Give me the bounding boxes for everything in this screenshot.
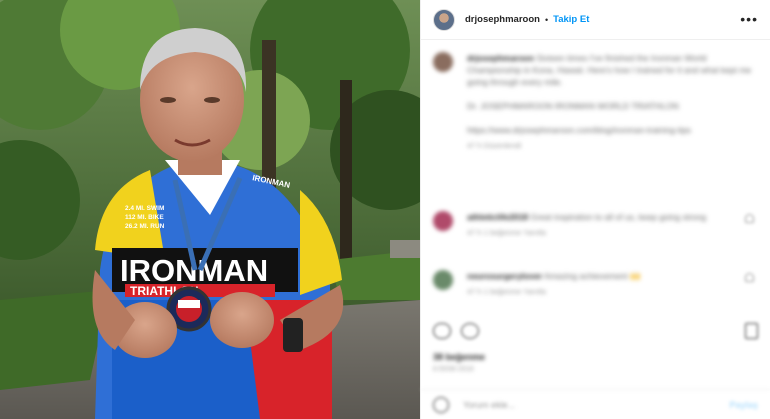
post-sidebar: drjosephmaroon • Takip Et ••• drjosephma…: [420, 0, 770, 419]
instagram-post: IRONMAN TRIATHLON 2.4 MI. SWIM 112 MI. B…: [0, 0, 770, 419]
username-link[interactable]: drjosephmaroon: [465, 14, 540, 25]
caption-paragraph-2: Dr. JOSEPHMAROON IRONMAN WORLD TRIATHLON: [467, 101, 679, 111]
comment-avatar[interactable]: [433, 211, 453, 231]
ironman-finisher-photo: IRONMAN TRIATHLON 2.4 MI. SWIM 112 MI. B…: [0, 0, 420, 419]
separator-dot: •: [544, 14, 549, 25]
heart-icon[interactable]: [745, 273, 754, 282]
caption: drjosephmaroon Sixteen times I've finish…: [433, 52, 758, 150]
caption-link[interactable]: https://www.drjosephmaroon.com/blog/iron…: [467, 124, 758, 136]
comment-meta[interactable]: 47 h 1 beğenme Yanıtla: [467, 228, 758, 237]
post-comment-button[interactable]: Paylaş: [729, 400, 758, 410]
comment-avatar[interactable]: [433, 270, 453, 290]
avatar[interactable]: [433, 8, 455, 31]
likes-count[interactable]: 38 beğenme: [433, 352, 485, 362]
jersey-line-bike: 112 MI. BIKE: [125, 214, 164, 221]
bookmark-icon[interactable]: [745, 323, 758, 339]
comment-meta[interactable]: 47 h 1 beğenme Yanıtla: [467, 287, 758, 296]
caption-avatar[interactable]: [433, 52, 453, 72]
post-photo[interactable]: IRONMAN TRIATHLON 2.4 MI. SWIM 112 MI. B…: [0, 0, 420, 419]
like-heart-icon[interactable]: [433, 323, 451, 339]
caption-username[interactable]: drjosephmaroon: [467, 53, 534, 63]
comment-bubble-icon[interactable]: [461, 323, 479, 339]
action-bar: [433, 320, 758, 342]
comment-text: neurosurgerylover Amazing achievement 🙌: [467, 271, 641, 281]
more-horizontal-icon[interactable]: •••: [740, 12, 758, 26]
caption-text: drjosephmaroon Sixteen times I've finish…: [467, 53, 752, 87]
comment-username[interactable]: neurosurgerylover: [467, 271, 542, 281]
comment-item: athleticlife2018 Great inspiration to al…: [433, 211, 758, 237]
comment-item: neurosurgerylover Amazing achievement 🙌 …: [433, 270, 758, 296]
add-comment-bar: Yorum ekle... Paylaş: [421, 389, 770, 419]
post-date: 8 EKİM 2018: [433, 366, 474, 373]
heart-icon[interactable]: [745, 214, 754, 223]
jersey-line-swim: 2.4 MI. SWIM: [125, 205, 164, 212]
jersey-line-run: 26.2 MI. RUN: [125, 223, 165, 230]
follow-button[interactable]: Takip Et: [553, 14, 589, 25]
comment-text: athleticlife2018 Great inspiration to al…: [467, 212, 707, 222]
comment-input[interactable]: Yorum ekle...: [463, 400, 515, 410]
post-header: drjosephmaroon • Takip Et •••: [421, 0, 770, 40]
caption-time: 47 h Düzenlendi: [467, 141, 522, 150]
comment-username[interactable]: athleticlife2018: [467, 212, 528, 222]
emoji-icon[interactable]: [433, 396, 449, 413]
